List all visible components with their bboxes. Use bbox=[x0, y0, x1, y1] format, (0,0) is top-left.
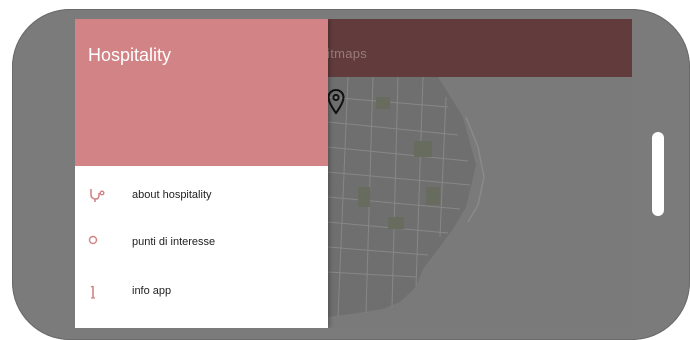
drawer-title: Hospitality bbox=[88, 45, 172, 65]
stethoscope-icon bbox=[90, 189, 105, 202]
drawer-header: Hospitality bbox=[75, 19, 328, 166]
map-view[interactable] bbox=[327, 76, 632, 328]
menu-item-punti-di-interesse[interactable]: punti di interesse bbox=[75, 223, 328, 263]
menu-item-about-hospitality[interactable]: about hospitality bbox=[75, 176, 328, 216]
map-tiles bbox=[327, 76, 632, 328]
map-pin-icon[interactable] bbox=[327, 89, 345, 115]
info-icon bbox=[90, 285, 95, 299]
circle-icon bbox=[88, 235, 98, 245]
menu-item-label: info app bbox=[132, 285, 172, 297]
app-screen: itmaps Hospitality about hospitality pun… bbox=[75, 19, 632, 328]
app-bar-title: itmaps bbox=[327, 46, 368, 61]
menu-item-info-app[interactable]: info app bbox=[75, 272, 328, 312]
device-side-button[interactable] bbox=[652, 132, 664, 216]
navigation-drawer: Hospitality about hospitality punti di i… bbox=[75, 19, 328, 328]
menu-item-label: about hospitality bbox=[132, 189, 212, 201]
menu-item-label: punti di interesse bbox=[132, 236, 216, 248]
